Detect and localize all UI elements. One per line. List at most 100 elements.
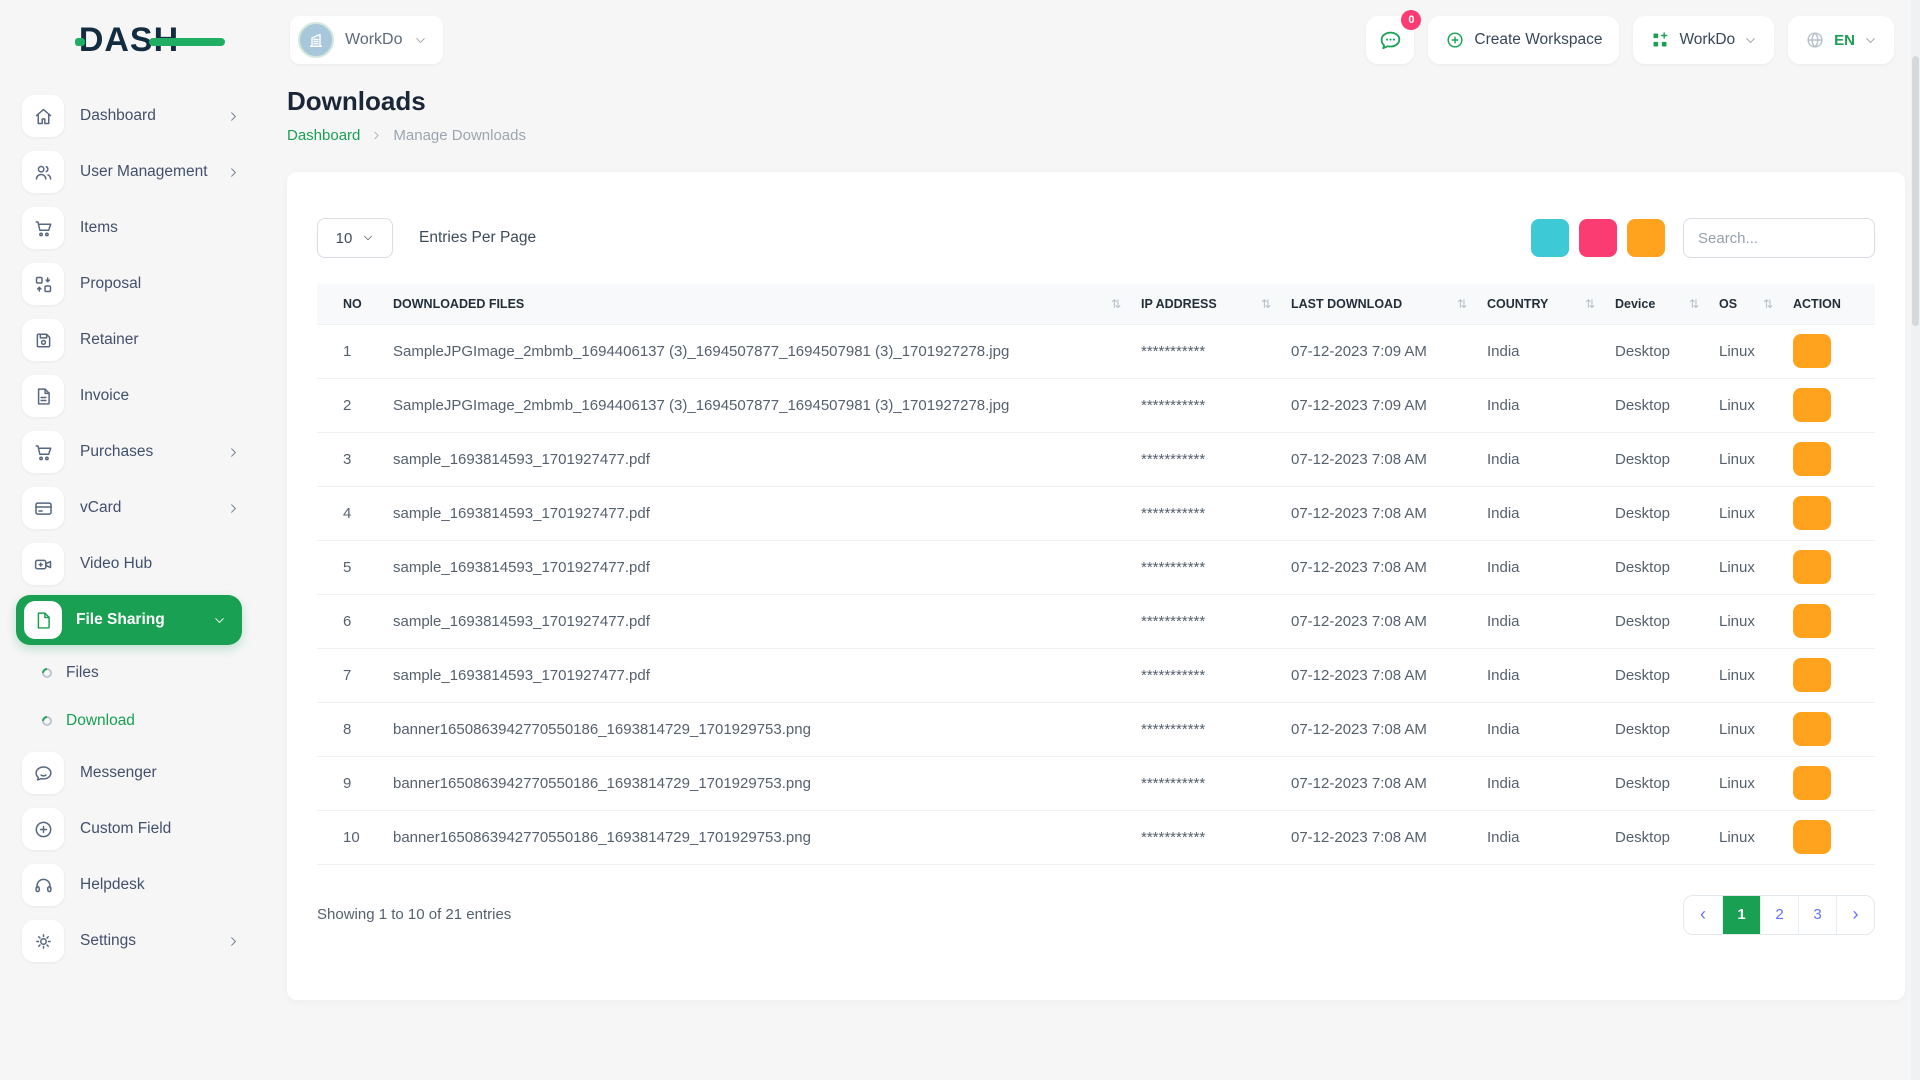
sidebar-item-dashboard[interactable]: Dashboard bbox=[0, 88, 258, 144]
sidebar-item-retainer[interactable]: Retainer bbox=[0, 312, 258, 368]
sidebar-item-settings[interactable]: Settings bbox=[0, 913, 258, 969]
cell-action bbox=[1783, 702, 1875, 756]
sort-icon[interactable]: ⇅ bbox=[1097, 297, 1121, 311]
cell-country: India bbox=[1477, 756, 1605, 810]
cell-country: India bbox=[1477, 540, 1605, 594]
sidebar-item-proposal[interactable]: Proposal bbox=[0, 256, 258, 312]
brand-logo[interactable]: DASH bbox=[79, 21, 179, 60]
sidebar-item-label: Retainer bbox=[80, 331, 240, 349]
cell-no: 1 bbox=[317, 324, 383, 378]
sidebar-item-video-hub[interactable]: Video Hub bbox=[0, 536, 258, 592]
cell-device: Desktop bbox=[1605, 540, 1709, 594]
table-row: 7sample_1693814593_1701927477.pdf*******… bbox=[317, 648, 1875, 702]
view-button[interactable] bbox=[1793, 442, 1831, 476]
pagination-page-3[interactable]: 3 bbox=[1798, 896, 1836, 934]
sidebar-subitem-download[interactable]: Download bbox=[0, 697, 258, 745]
cell-os: Linux bbox=[1709, 594, 1783, 648]
cell-device: Desktop bbox=[1605, 378, 1709, 432]
sort-icon[interactable]: ⇅ bbox=[1675, 297, 1699, 311]
sidebar-item-label: Dashboard bbox=[80, 107, 227, 125]
sidebar-item-label: Messenger bbox=[80, 764, 240, 782]
sidebar-item-messenger[interactable]: Messenger bbox=[0, 745, 258, 801]
page-scrollbar[interactable] bbox=[1911, 0, 1920, 1080]
pagination-prev[interactable]: ‹ bbox=[1684, 896, 1722, 934]
cell-file: SampleJPGImage_2mbmb_1694406137 (3)_1694… bbox=[383, 324, 1131, 378]
table-row: 5sample_1693814593_1701927477.pdf*******… bbox=[317, 540, 1875, 594]
language-label: EN bbox=[1834, 32, 1855, 49]
sort-icon[interactable]: ⇅ bbox=[1571, 297, 1595, 311]
sidebar-item-label: User Management bbox=[80, 163, 227, 181]
view-button[interactable] bbox=[1793, 334, 1831, 368]
language-selector[interactable]: EN bbox=[1788, 16, 1894, 64]
cell-file: SampleJPGImage_2mbmb_1694406137 (3)_1694… bbox=[383, 378, 1131, 432]
pagination-page-2[interactable]: 2 bbox=[1760, 896, 1798, 934]
breadcrumb-current: Manage Downloads bbox=[393, 127, 526, 144]
sidebar-item-invoice[interactable]: Invoice bbox=[0, 368, 258, 424]
export-button[interactable] bbox=[1531, 219, 1569, 257]
view-button[interactable] bbox=[1793, 820, 1831, 854]
sort-icon[interactable]: ⇅ bbox=[1443, 297, 1467, 311]
sidebar-item-label: Items bbox=[80, 219, 240, 237]
column-header[interactable]: IP ADDRESS⇅ bbox=[1131, 284, 1281, 324]
column-header[interactable]: OS⇅ bbox=[1709, 284, 1783, 324]
showing-entries-text: Showing 1 to 10 of 21 entries bbox=[317, 906, 511, 923]
table-footer: Showing 1 to 10 of 21 entries ‹123› bbox=[317, 895, 1875, 935]
pagination: ‹123› bbox=[1683, 895, 1875, 935]
sidebar-item-label: File Sharing bbox=[76, 611, 213, 629]
sort-icon[interactable]: ⇅ bbox=[1247, 297, 1271, 311]
cell-no: 6 bbox=[317, 594, 383, 648]
workspace-selector[interactable]: WorkDo bbox=[290, 16, 443, 64]
cell-action bbox=[1783, 810, 1875, 864]
credit-card-icon bbox=[22, 487, 64, 529]
cell-ip: *********** bbox=[1131, 324, 1281, 378]
sidebar-subitem-files[interactable]: Files bbox=[0, 649, 258, 697]
sidebar-item-helpdesk[interactable]: Helpdesk bbox=[0, 857, 258, 913]
cell-device: Desktop bbox=[1605, 432, 1709, 486]
view-button[interactable] bbox=[1793, 388, 1831, 422]
sidebar-item-purchases[interactable]: Purchases bbox=[0, 424, 258, 480]
view-button[interactable] bbox=[1793, 712, 1831, 746]
entries-per-page-select[interactable]: 10 bbox=[317, 218, 393, 258]
sidebar-item-vcard[interactable]: vCard bbox=[0, 480, 258, 536]
column-header[interactable]: COUNTRY⇅ bbox=[1477, 284, 1605, 324]
sidebar-item-file-sharing[interactable]: File Sharing bbox=[16, 595, 242, 645]
sidebar-item-items[interactable]: Items bbox=[0, 200, 258, 256]
column-header[interactable]: LAST DOWNLOAD⇅ bbox=[1281, 284, 1477, 324]
view-button[interactable] bbox=[1793, 766, 1831, 800]
messages-badge: 0 bbox=[1401, 10, 1421, 30]
view-button[interactable] bbox=[1793, 658, 1831, 692]
messages-button[interactable]: 0 bbox=[1366, 16, 1414, 64]
sidebar-item-custom-field[interactable]: Custom Field bbox=[0, 801, 258, 857]
sidebar-item-user-management[interactable]: User Management bbox=[0, 144, 258, 200]
sort-icon[interactable]: ⇅ bbox=[1749, 297, 1773, 311]
sidebar-item-label: Invoice bbox=[80, 387, 240, 405]
chevron-down-icon bbox=[1744, 34, 1757, 47]
column-header[interactable]: Device⇅ bbox=[1605, 284, 1709, 324]
pagination-next[interactable]: › bbox=[1836, 896, 1874, 934]
column-header[interactable]: DOWNLOADED FILES⇅ bbox=[383, 284, 1131, 324]
scrollbar-thumb[interactable] bbox=[1912, 56, 1919, 326]
toolbar-buttons bbox=[1521, 219, 1665, 257]
view-button[interactable] bbox=[1793, 604, 1831, 638]
view-button[interactable] bbox=[1793, 550, 1831, 584]
breadcrumb-link[interactable]: Dashboard bbox=[287, 127, 360, 144]
workspace-selector-label: WorkDo bbox=[345, 31, 403, 49]
building-icon bbox=[306, 30, 326, 50]
entries-per-page-value: 10 bbox=[336, 230, 353, 247]
refresh-button[interactable] bbox=[1627, 219, 1665, 257]
table-row: 8banner1650863942770550186_1693814729_17… bbox=[317, 702, 1875, 756]
search-input[interactable] bbox=[1683, 218, 1875, 258]
create-workspace-button[interactable]: Create Workspace bbox=[1428, 16, 1619, 64]
undo-button[interactable] bbox=[1579, 219, 1617, 257]
floppy-icon bbox=[22, 319, 64, 361]
cart-icon bbox=[22, 431, 64, 473]
sidebar-nav: Dashboard User Management Items Proposal Ret… bbox=[0, 70, 258, 969]
workspace-menu-button[interactable]: WorkDo bbox=[1633, 16, 1774, 64]
cell-action bbox=[1783, 594, 1875, 648]
pagination-page-1[interactable]: 1 bbox=[1722, 896, 1760, 934]
cell-country: India bbox=[1477, 702, 1605, 756]
table-row: 10banner1650863942770550186_1693814729_1… bbox=[317, 810, 1875, 864]
view-button[interactable] bbox=[1793, 496, 1831, 530]
chevron-right-icon bbox=[227, 446, 240, 459]
cell-file: sample_1693814593_1701927477.pdf bbox=[383, 594, 1131, 648]
